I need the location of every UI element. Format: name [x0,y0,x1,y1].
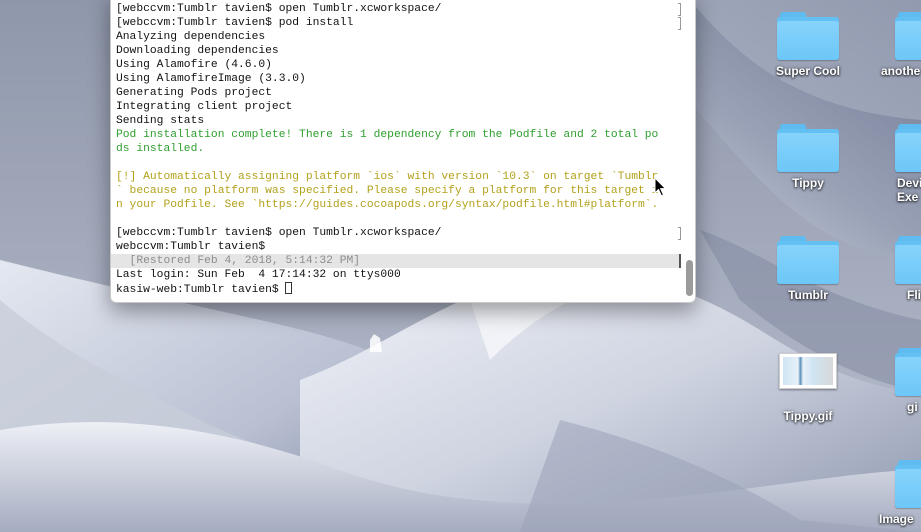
terminal-line-text: Generating Pods project [116,87,272,99]
mouse-pointer-icon [654,177,667,197]
terminal-line: Using Alamofire (4.6.0) [116,58,681,72]
terminal-line: Using AlamofireImage (3.3.0) [116,72,681,86]
terminal-line: Integrating client project [116,100,681,114]
terminal-line-text: Using Alamofire (4.6.0) [116,59,272,71]
terminal-line: [webccvm:Tumblr tavien$ open Tumblr.xcwo… [116,2,681,16]
terminal-line: n your Podfile. See `https://guides.coco… [116,198,681,212]
restored-divider-mark [679,254,681,268]
terminal-line-text: Last login: Sun Feb 4 17:14:32 on ttys00… [116,269,401,281]
desktop-folder-dev[interactable]: Devi Exe [871,122,921,204]
desktop-icon-label: anothe [881,64,921,78]
desktop-folder-tippy[interactable]: Tippy [753,122,863,190]
folder-icon [777,234,839,284]
folder-icon [777,122,839,172]
terminal-line: ` because no platform was specified. Ple… [116,184,681,198]
desktop-icon-label: Tippy.gif [783,409,833,423]
restored-session-banner: [Restored Feb 4, 2018, 5:14:32 PM] [111,254,681,268]
terminal-line-text: [!] Automatically assigning platform `io… [116,171,659,183]
terminal-line-text: [Restored Feb 4, 2018, 5:14:32 PM] [116,255,361,267]
desktop-folder-gi[interactable]: gi [871,346,921,414]
folder-icon [895,122,921,172]
text-cursor [285,282,293,294]
terminal-line: Last login: Sun Feb 4 17:14:32 on ttys00… [116,268,681,282]
terminal-line: [webccvm:Tumblr tavien$ open Tumblr.xcwo… [116,226,681,240]
line-mark-bracket [678,227,681,240]
terminal-line-text: kasiw-web:Tumblr tavien$ [116,284,286,296]
desktop-icon-label: Image [879,512,914,526]
terminal-line: Downloading dependencies [116,44,681,58]
desktop-folder-another[interactable]: anothe [871,10,921,78]
desktop-icon-label: Tumblr [788,288,828,302]
terminal-output[interactable]: [webccvm:Tumblr tavien$ open Tumblr.xcwo… [111,2,681,296]
terminal-line-text: Sending stats [116,115,205,127]
terminal-line: ds installed. [116,142,681,156]
desktop-folder-tumblr[interactable]: Tumblr [753,234,863,302]
desktop-folder-fli[interactable]: Fli [871,234,921,302]
terminal-line: webccvm:Tumblr tavien$ [116,240,681,254]
gif-thumbnail-icon [779,353,837,389]
desktop-file-tippy-gif[interactable]: Tippy.gif [753,353,863,423]
terminal-line: [!] Automatically assigning platform `io… [116,170,681,184]
desktop-icon-label: Super Cool [775,64,840,78]
terminal-line: [webccvm:Tumblr tavien$ pod install [116,16,681,30]
terminal-line: Pod installation complete! There is 1 de… [116,128,681,142]
terminal-line-text: Integrating client project [116,101,293,113]
folder-icon [895,458,921,508]
desktop-icon-label: Devi Exe [897,176,921,204]
desktop-folder-super-cool[interactable]: Super Cool [753,10,863,78]
terminal-line: kasiw-web:Tumblr tavien$ [116,282,681,296]
desktop-folder-images[interactable]: Image [871,458,921,526]
terminal-line: Analyzing dependencies [116,30,681,44]
line-mark-bracket [678,3,681,16]
terminal-line-text: [webccvm:Tumblr tavien$ open Tumblr.xcwo… [116,3,442,15]
terminal-line-text: [webccvm:Tumblr tavien$ open Tumblr.xcwo… [116,227,442,239]
folder-icon [895,10,921,60]
terminal-line: Sending stats [116,114,681,128]
line-mark-bracket [678,17,681,30]
scrollbar-thumb[interactable] [686,260,693,296]
terminal-line-text: Using AlamofireImage (3.3.0) [116,73,306,85]
folder-icon [895,346,921,396]
terminal-line-text: ` because no platform was specified. Ple… [116,185,659,197]
folder-icon [895,234,921,284]
desktop-icon-label: Fli [907,288,921,302]
terminal-line-text: [webccvm:Tumblr tavien$ pod install [116,17,354,29]
desktop-icon-label: Tippy [792,176,824,190]
terminal-line-text: Analyzing dependencies [116,31,266,43]
folder-icon [777,10,839,60]
terminal-line-text: Downloading dependencies [116,45,279,57]
terminal-line-text: Pod installation complete! There is 1 de… [116,129,659,141]
terminal-scrollbar[interactable] [684,2,693,296]
terminal-line-text: n your Podfile. See `https://guides.coco… [116,199,659,211]
terminal-window[interactable]: [webccvm:Tumblr tavien$ open Tumblr.xcwo… [110,0,696,303]
terminal-line-text: ds installed. [116,143,205,155]
terminal-line: Generating Pods project [116,86,681,100]
desktop-icon-label: gi [907,400,918,414]
terminal-line-text: webccvm:Tumblr tavien$ [116,241,266,253]
